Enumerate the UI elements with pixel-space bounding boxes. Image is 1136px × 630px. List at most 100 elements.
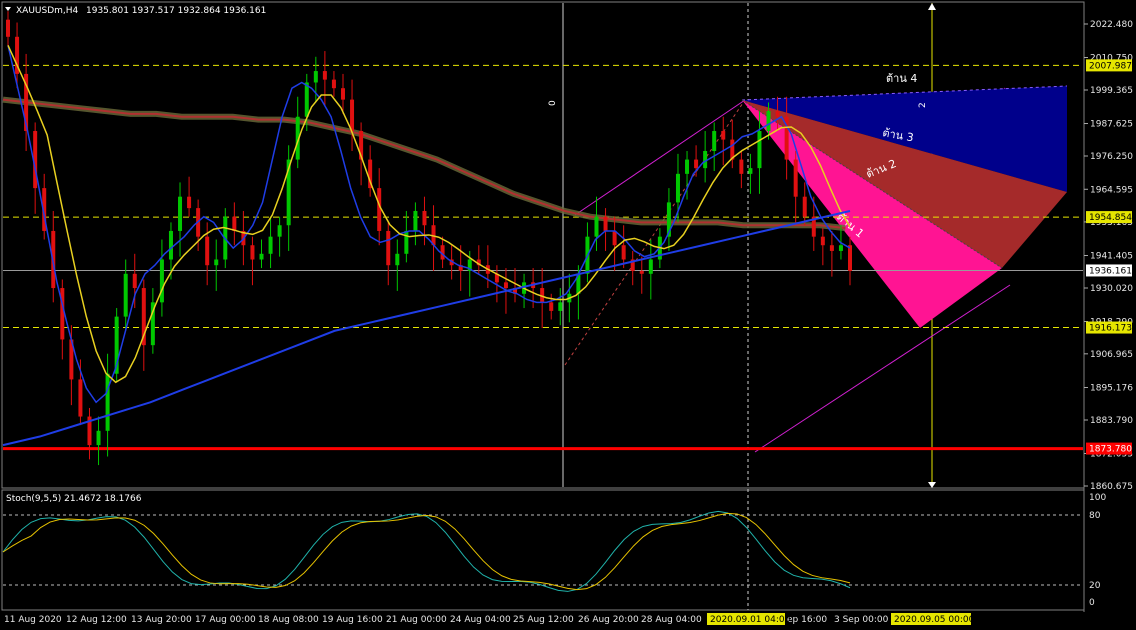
time-axis-label: 12 Aug 12:00 [66,615,127,625]
candle-body [848,245,852,271]
time-marker-tag-2: 2020.09.05 00:00 [894,615,975,625]
time-axis-label: 25 Aug 12:00 [513,615,574,625]
level-tag-l1916: 1916.173 [1089,324,1132,334]
time-axis-label: ep 16:00 [787,615,827,625]
candle-body [639,270,644,274]
channel-lower-line [754,284,1011,453]
time-marker-tag-1: 2020.09.01 04:00 [710,615,791,625]
candle-body [386,230,391,266]
candle-body [757,131,762,169]
candle-body [159,259,164,303]
candle-body [829,245,834,251]
candle-body [594,216,599,237]
candle-body [603,216,608,231]
price-tick-label: 1941.405 [1090,251,1133,261]
candle-body [503,282,508,289]
candle-body [703,151,708,169]
candle-body [96,430,101,446]
candle-body [105,373,110,431]
candle-body [838,245,843,251]
candle-body [612,230,617,246]
price-tick-label: 1964.595 [1090,185,1133,195]
candle-body [775,111,780,117]
price-tick-label: 1987.625 [1090,120,1133,130]
candle-body [793,159,798,197]
candle-body [648,259,653,274]
price-tick-label: 1999.365 [1090,86,1133,96]
candle-body [132,273,137,289]
candle-body [259,253,264,260]
candle-body [340,88,345,100]
level-tag-l1936: 1936.161 [1089,266,1132,276]
candle-body [123,273,128,317]
price-tick-label: 2022.480 [1090,20,1133,30]
candle-body [766,111,771,132]
candle-body [621,245,626,260]
price-tick-label: 1906.965 [1090,350,1133,360]
candle-body [802,196,807,217]
candle-body [250,245,255,260]
stoch-title: Stoch(9,5,5) 21.4672 18.1766 [6,494,142,504]
time-axis-label: 24 Aug 04:00 [450,615,511,625]
candle-body [313,71,318,83]
time-axis-label: 21 Aug 00:00 [386,615,447,625]
ma-medium-line [7,45,851,384]
candle-body [187,196,192,209]
stoch-tick-0: 0 [1089,598,1095,608]
collapse-triangle-icon[interactable] [5,7,11,11]
stoch-k-line [2,510,851,592]
price-tick-label: 1976.250 [1090,152,1133,162]
candle-body [78,379,83,417]
candle-body [377,188,382,231]
level-tag-l1954: 1954.854 [1089,213,1132,223]
time-axis-label: 17 Aug 00:00 [195,615,256,625]
fib-mark-zero: 0 [548,100,558,106]
candle-body [820,236,825,246]
time-axis-label: 26 Aug 20:00 [578,615,639,625]
channel-upper-line [574,99,746,216]
stoch-tick-100: 100 [1089,493,1106,503]
price-tick-label: 1895.176 [1090,383,1133,393]
time-axis-label: 19 Aug 16:00 [322,615,383,625]
candle-body [549,302,554,311]
price-tick-label: 1860.675 [1090,482,1133,492]
candle-body [748,168,753,174]
candle-body [232,216,237,231]
candle-body [268,236,273,254]
candle-body [178,196,183,231]
candle-body [721,131,726,140]
candle-body [422,210,427,226]
fib-dashed-line [564,99,746,366]
candle-body [205,236,210,266]
time-axis-label: 3 Sep 00:00 [834,615,889,625]
candle-body [304,82,309,117]
candle-body [712,131,717,152]
time-axis-label: 28 Aug 04:00 [641,615,702,625]
price-tick-label: 1883.790 [1090,416,1133,426]
candle-body [694,159,699,169]
time-axis-label: 18 Aug 08:00 [258,615,319,625]
chart-ohlc: 1935.801 1937.517 1932.864 1936.161 [86,6,266,16]
candle-body [558,302,563,311]
candle-body [413,210,418,231]
stoch-tick-80: 80 [1089,511,1101,521]
candle-body [168,230,173,260]
fib-mark-two: 2 [918,102,928,108]
candle-body [350,99,355,132]
arrow-up-icon [928,3,936,10]
candle-body [685,159,690,174]
candle-body [404,230,409,254]
time-axis-label: 13 Aug 20:00 [131,615,192,625]
stoch-panel-frame [1,489,1085,611]
candle-body [6,19,10,37]
price-tick-label: 1930.020 [1090,284,1133,294]
arrow-down-icon [928,482,936,488]
candle-body [322,71,327,80]
price-chart[interactable]: ต้าน 4 ต้าน 3 ต้าน 2 ต้าน 1 0 2 2022.480… [0,0,1136,630]
stoch-tick-20: 20 [1089,581,1101,591]
candle-body [277,225,282,237]
candle-body [739,159,744,174]
stoch-d-line [2,512,851,591]
candle-body [214,259,219,266]
level-tag-l1873: 1873.780 [1089,445,1132,455]
